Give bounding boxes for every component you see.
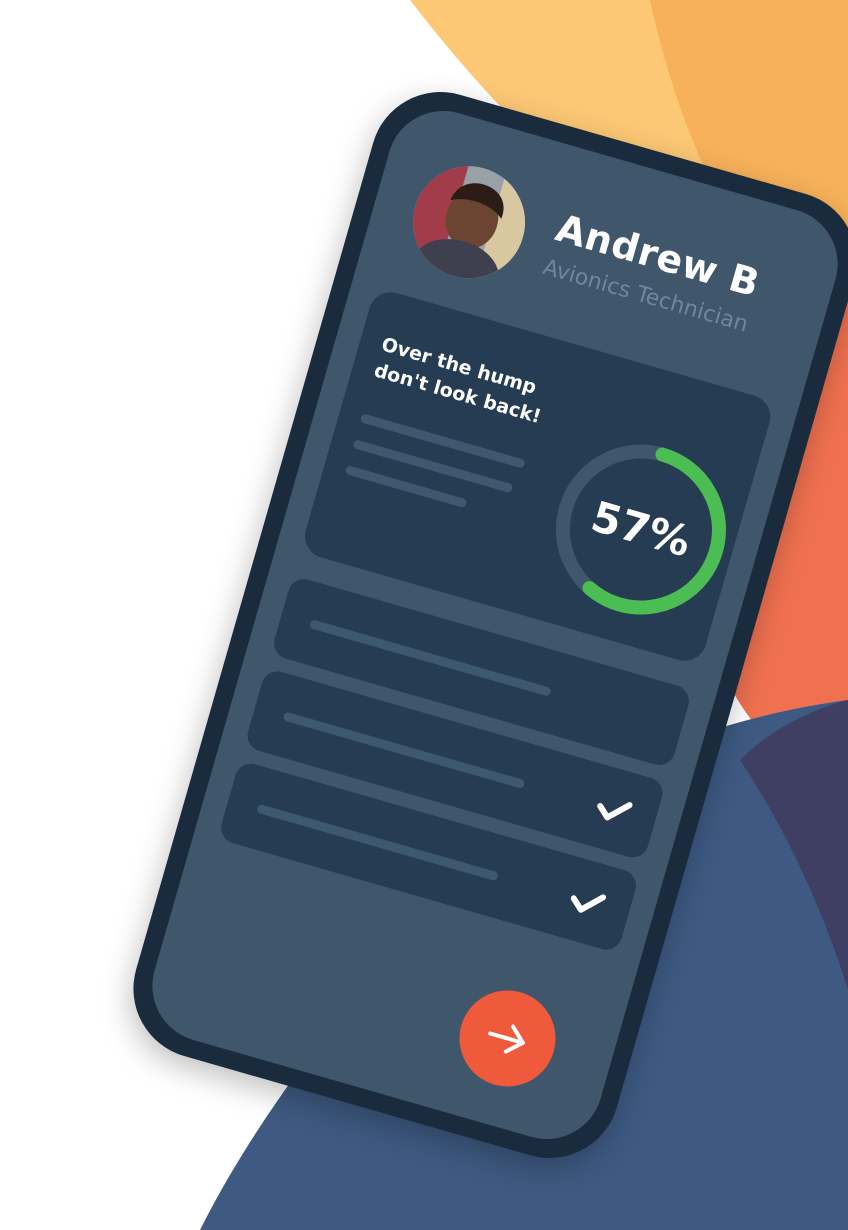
check-icon <box>570 894 607 913</box>
avatar-photo <box>399 152 539 292</box>
placeholder-text-line <box>359 413 526 469</box>
avatar[interactable] <box>399 152 539 292</box>
check-icon <box>597 802 633 821</box>
promo-illustration: Andrew B Avionics Technician Over the hu… <box>0 0 848 1230</box>
task-placeholder-line <box>256 803 499 882</box>
task-placeholder-line <box>282 711 526 790</box>
arrow-right-icon <box>488 1024 525 1054</box>
next-button[interactable] <box>448 979 567 1098</box>
task-placeholder-line <box>309 619 552 697</box>
placeholder-text-line <box>352 439 514 494</box>
progress-ring: 57% <box>530 418 753 641</box>
progress-percent: 57% <box>586 491 697 567</box>
